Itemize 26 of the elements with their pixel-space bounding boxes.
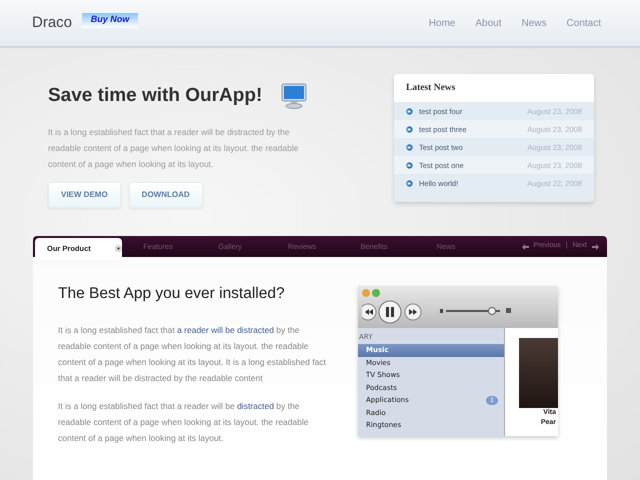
monitor-icon [280, 82, 308, 110]
dot-icon [114, 245, 122, 252]
content-paragraph: It is a long established fact that a reader will be distracted by the readable content of a page when looking at its layout. the readable content of a page when looking at its layout. [58, 400, 310, 445]
hero-paragraph: It is a long established fact that a reader will be distracted by the readable content of a page when looking at its layout. the readable content of a page when looking at its layout. [48, 126, 300, 171]
news-heading: Latest News [394, 74, 594, 102]
globe-icon [406, 162, 413, 169]
rewind-button[interactable] [362, 304, 376, 320]
globe-icon [406, 180, 413, 187]
globe-icon [406, 126, 413, 133]
forward-button[interactable] [404, 304, 422, 320]
content-title: The Best App you ever installed? [58, 285, 286, 304]
hero-button[interactable]: DOWNLOAD [128, 182, 203, 208]
right-arrow-icon [592, 244, 599, 250]
globe-icon [406, 108, 413, 115]
content-paragraph: It is a long established fact that a reader will be distracted by the readable content of a page when looking at its layout. the readable content of a page when looking at its layout. It is a long established fact that a reader will be distracted by the readable content [58, 324, 327, 385]
album-cover-placeholder [519, 338, 558, 408]
site-logo[interactable]: Draco [32, 12, 72, 34]
buy-now-button[interactable]: Buy Now [82, 12, 138, 28]
volume-thumb[interactable] [488, 306, 496, 314]
globe-icon [406, 144, 413, 151]
text-link[interactable]: distracted [237, 400, 274, 411]
pause-button[interactable] [378, 300, 402, 324]
hero-title: Save time with OurApp! [48, 84, 262, 108]
hero-button[interactable]: VIEW DEMO [48, 182, 121, 208]
left-arrow-icon [522, 244, 529, 250]
text-link[interactable]: a reader will be distracted [177, 324, 274, 335]
